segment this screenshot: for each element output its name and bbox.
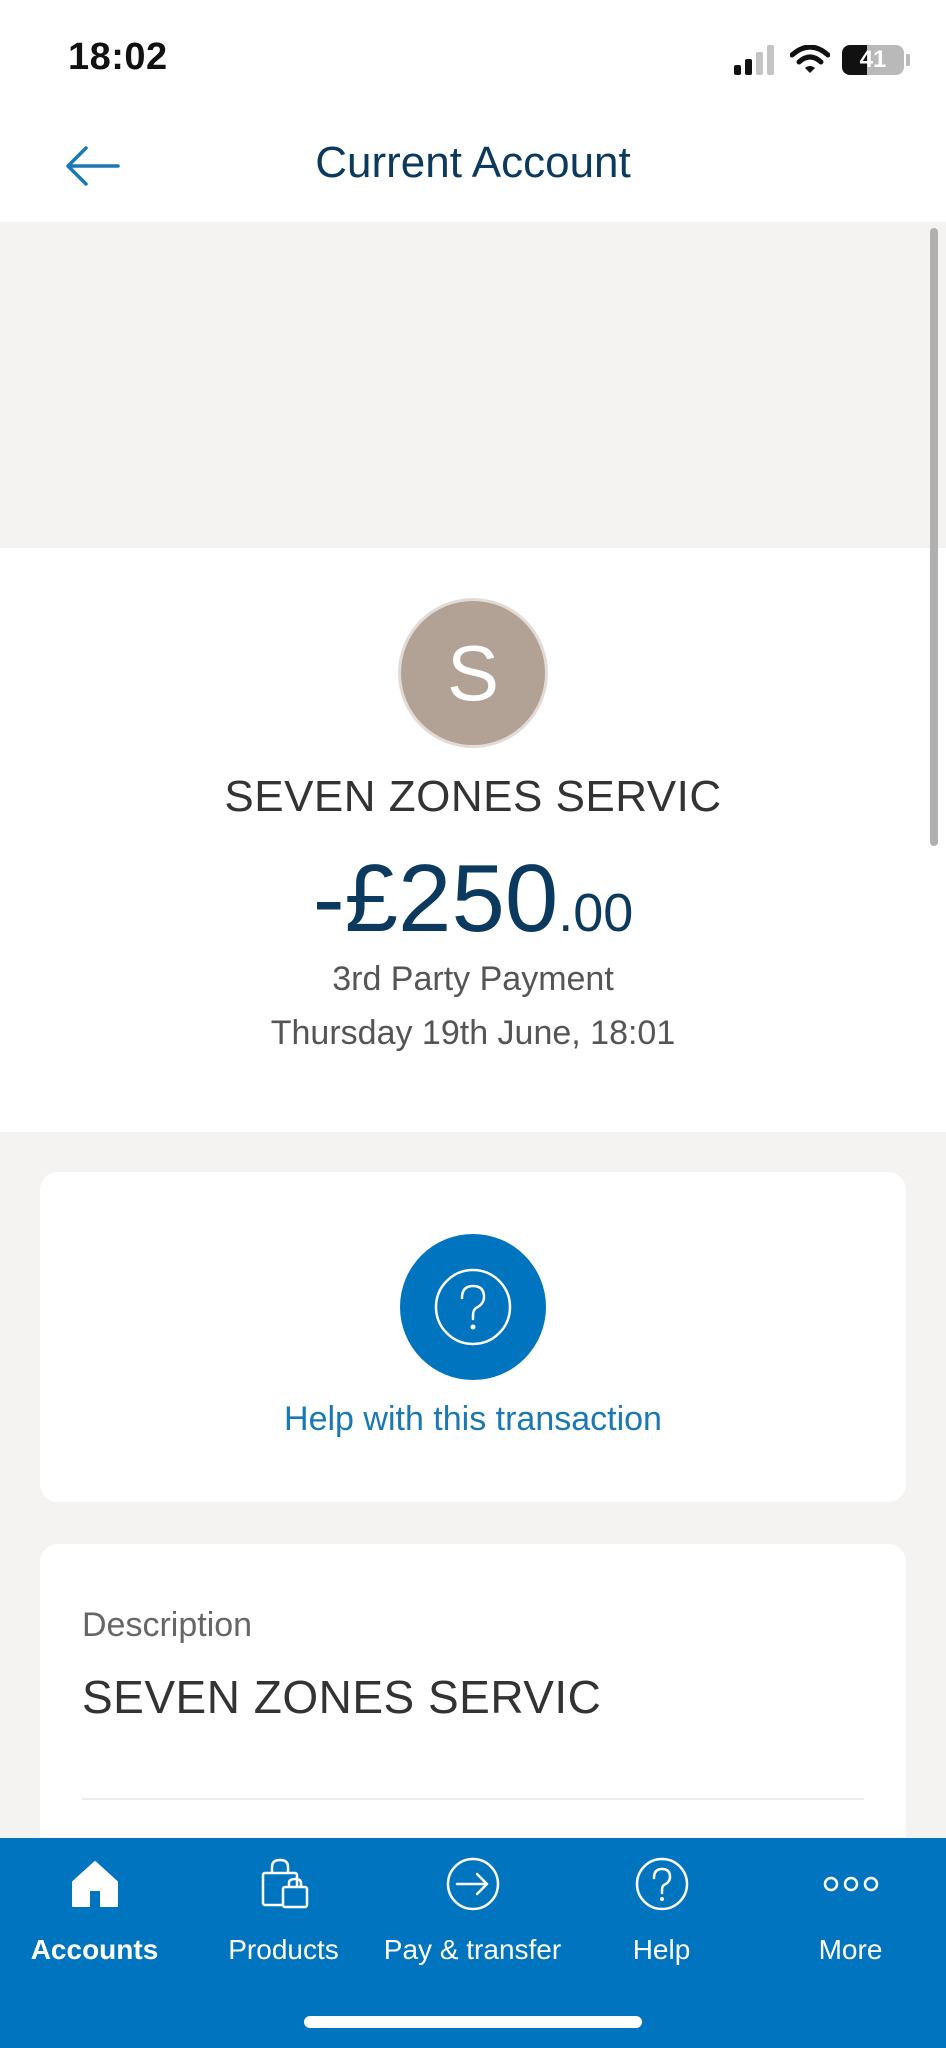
tab-label: Accounts — [30, 1934, 159, 1965]
shopping-bag-icon — [252, 1852, 316, 1916]
status-icons: 41 — [734, 40, 910, 80]
wifi-icon — [790, 45, 830, 73]
payment-date: Thursday 19th June, 18:01 — [270, 1014, 676, 1052]
page-title: Current Account — [315, 138, 631, 187]
question-circle-icon — [630, 1852, 694, 1916]
tab-label: Help — [632, 1934, 691, 1965]
header: Current Account — [0, 110, 946, 222]
payment-type: 3rd Party Payment — [332, 960, 614, 998]
transaction-summary: S SEVEN ZONES SERVIC -£250.00 3rd Party … — [0, 548, 946, 1132]
signal-icon — [734, 45, 774, 75]
tab-label: Pay & transfer — [383, 1934, 562, 1965]
help-transaction-button[interactable]: Help with this transaction — [40, 1172, 906, 1502]
home-icon — [63, 1852, 127, 1916]
description-value: SEVEN ZONES SERVIC — [82, 1671, 602, 1723]
description-label: Description — [82, 1606, 253, 1644]
battery-icon: 41 — [842, 45, 904, 75]
tab-label: More — [818, 1934, 883, 1965]
tab-label: Products — [228, 1934, 339, 1965]
amount-main: -£250 — [312, 845, 559, 952]
help-label: Help with this transaction — [284, 1400, 662, 1438]
transaction-amount: -£250.00 — [0, 844, 946, 954]
tab-products[interactable]: Products — [189, 1838, 378, 1988]
amount-pence: .00 — [558, 883, 634, 943]
question-circle-icon — [434, 1268, 512, 1346]
tab-pay-transfer[interactable]: Pay & transfer — [378, 1838, 567, 1988]
merchant-avatar: S — [398, 598, 548, 748]
arrow-circle-right-icon — [441, 1852, 505, 1916]
battery-nub — [906, 54, 910, 66]
tab-help[interactable]: Help — [567, 1838, 756, 1988]
tab-more[interactable]: More — [756, 1838, 945, 1988]
tab-accounts[interactable]: Accounts — [0, 1838, 189, 1988]
battery-level: 41 — [859, 46, 887, 73]
banner-area — [0, 222, 946, 548]
scrollbar[interactable] — [930, 228, 938, 846]
home-indicator — [304, 2016, 642, 2028]
divider — [82, 1798, 864, 1800]
status-bar: 18:02 41 — [0, 0, 946, 110]
merchant-name: SEVEN ZONES SERVIC — [224, 772, 722, 821]
more-dots-icon — [819, 1852, 883, 1916]
help-circle — [400, 1234, 546, 1380]
status-time: 18:02 — [68, 36, 168, 78]
